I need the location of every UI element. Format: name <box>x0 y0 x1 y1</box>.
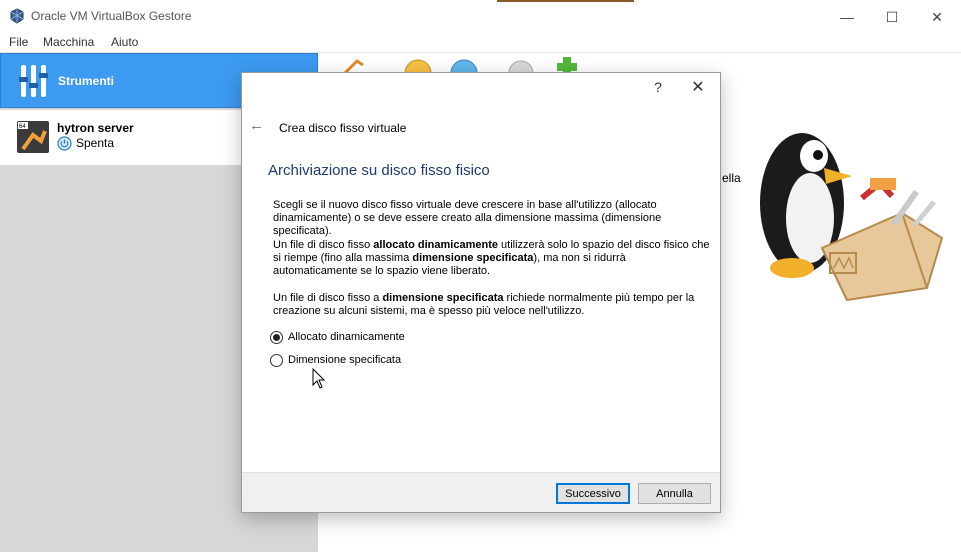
text-run: Un file di disco fisso <box>273 239 374 251</box>
description-paragraph: Scegli se il nuovo disco fisso virtuale … <box>273 199 662 237</box>
background-text: ella <box>722 171 741 185</box>
dialog-footer: Successivo Annulla <box>242 472 720 512</box>
menu-bar: File Macchina Aiuto <box>0 32 961 53</box>
cancel-button[interactable]: Annulla <box>638 483 711 504</box>
virtualbox-icon <box>10 8 24 24</box>
vm-state: Spenta <box>76 136 115 150</box>
power-off-icon <box>57 136 72 151</box>
tools-icon <box>19 65 48 97</box>
fixed-size-paragraph: Un file di disco fisso a dimensione spec… <box>273 292 713 318</box>
tux-toolbox-illustration <box>760 133 944 302</box>
radio-fixed[interactable]: Dimensione specificata <box>270 352 401 368</box>
mouse-cursor-icon <box>312 368 326 389</box>
bold-term: dimensione specificata <box>412 252 534 264</box>
decorative-strip <box>497 0 634 2</box>
dialog-close-button[interactable]: ✕ <box>685 77 711 99</box>
dynamic-allocation-paragraph: Un file di disco fisso allocato dinamica… <box>273 239 713 278</box>
next-button[interactable]: Successivo <box>556 483 630 504</box>
title-bar: Oracle VM VirtualBox Gestore — ☐ ✕ <box>0 0 961 32</box>
bold-term: allocato dinamicamente <box>373 239 498 251</box>
close-window-button[interactable]: ✕ <box>914 4 960 30</box>
tools-label: Strumenti <box>58 74 115 88</box>
menu-help[interactable]: Aiuto <box>111 35 138 49</box>
radio-dynamic[interactable]: Allocato dinamicamente <box>270 329 405 345</box>
help-button[interactable]: ? <box>646 79 670 99</box>
bold-term: dimensione specificata <box>382 292 504 304</box>
maximize-button[interactable]: ☐ <box>869 4 915 30</box>
menu-machine[interactable]: Macchina <box>43 35 94 49</box>
vm-name: hytron server <box>57 121 134 135</box>
back-arrow-icon[interactable]: ← <box>249 117 265 134</box>
window-title: Oracle VM VirtualBox Gestore <box>31 9 192 23</box>
dialog-title: Crea disco fisso virtuale <box>279 121 407 135</box>
menu-file[interactable]: File <box>9 35 28 49</box>
svg-text:64: 64 <box>19 124 26 130</box>
radio-button-checked[interactable] <box>270 330 283 344</box>
text-run: Un file di disco fisso a <box>273 292 383 304</box>
radio-label[interactable]: Allocato dinamicamente <box>288 331 405 343</box>
radio-label[interactable]: Dimensione specificata <box>288 354 401 366</box>
vm-os-icon: 64 <box>17 121 49 153</box>
create-virtual-disk-dialog: ? ✕ ← Crea disco fisso virtuale Archivia… <box>241 72 721 513</box>
minimize-button[interactable]: — <box>824 4 870 30</box>
radio-button[interactable] <box>270 353 283 367</box>
page-heading: Archiviazione su disco fisso fisico <box>268 162 490 179</box>
